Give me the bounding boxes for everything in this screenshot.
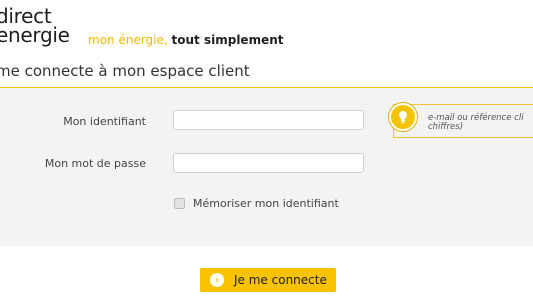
password-input[interactable] bbox=[173, 153, 364, 173]
remember-label[interactable]: Mémoriser mon identifiant bbox=[193, 197, 339, 210]
login-button[interactable]: › Je me connecte bbox=[200, 268, 336, 292]
tagline: mon énergie, tout simplement bbox=[88, 33, 284, 47]
lightbulb-icon bbox=[389, 103, 417, 131]
password-label: Mon mot de passe bbox=[44, 157, 146, 170]
tagline-highlight: mon énergie, bbox=[88, 33, 168, 47]
login-button-label: Je me connecte bbox=[234, 273, 327, 287]
remember-checkbox[interactable] bbox=[174, 198, 185, 209]
id-input[interactable] bbox=[173, 110, 364, 130]
page-title: me connecte à mon espace client bbox=[0, 62, 250, 80]
id-label: Mon identifiant bbox=[63, 115, 146, 128]
tagline-rest: tout simplement bbox=[171, 33, 284, 47]
remember-row[interactable]: Mémoriser mon identifiant bbox=[174, 197, 339, 210]
chevron-right-icon: › bbox=[210, 273, 224, 287]
id-hint-box: e-mail ou référence cli chiffres) bbox=[389, 103, 533, 138]
logo-line-2: energie bbox=[0, 23, 70, 47]
login-form-panel: Mon identifiant Mon mot de passe Mémoris… bbox=[0, 87, 533, 246]
hint-line-2: chiffres) bbox=[428, 122, 464, 132]
hint-text: e-mail ou référence cli chiffres) bbox=[428, 114, 533, 132]
direct-energie-logo: direct energie bbox=[0, 6, 70, 45]
